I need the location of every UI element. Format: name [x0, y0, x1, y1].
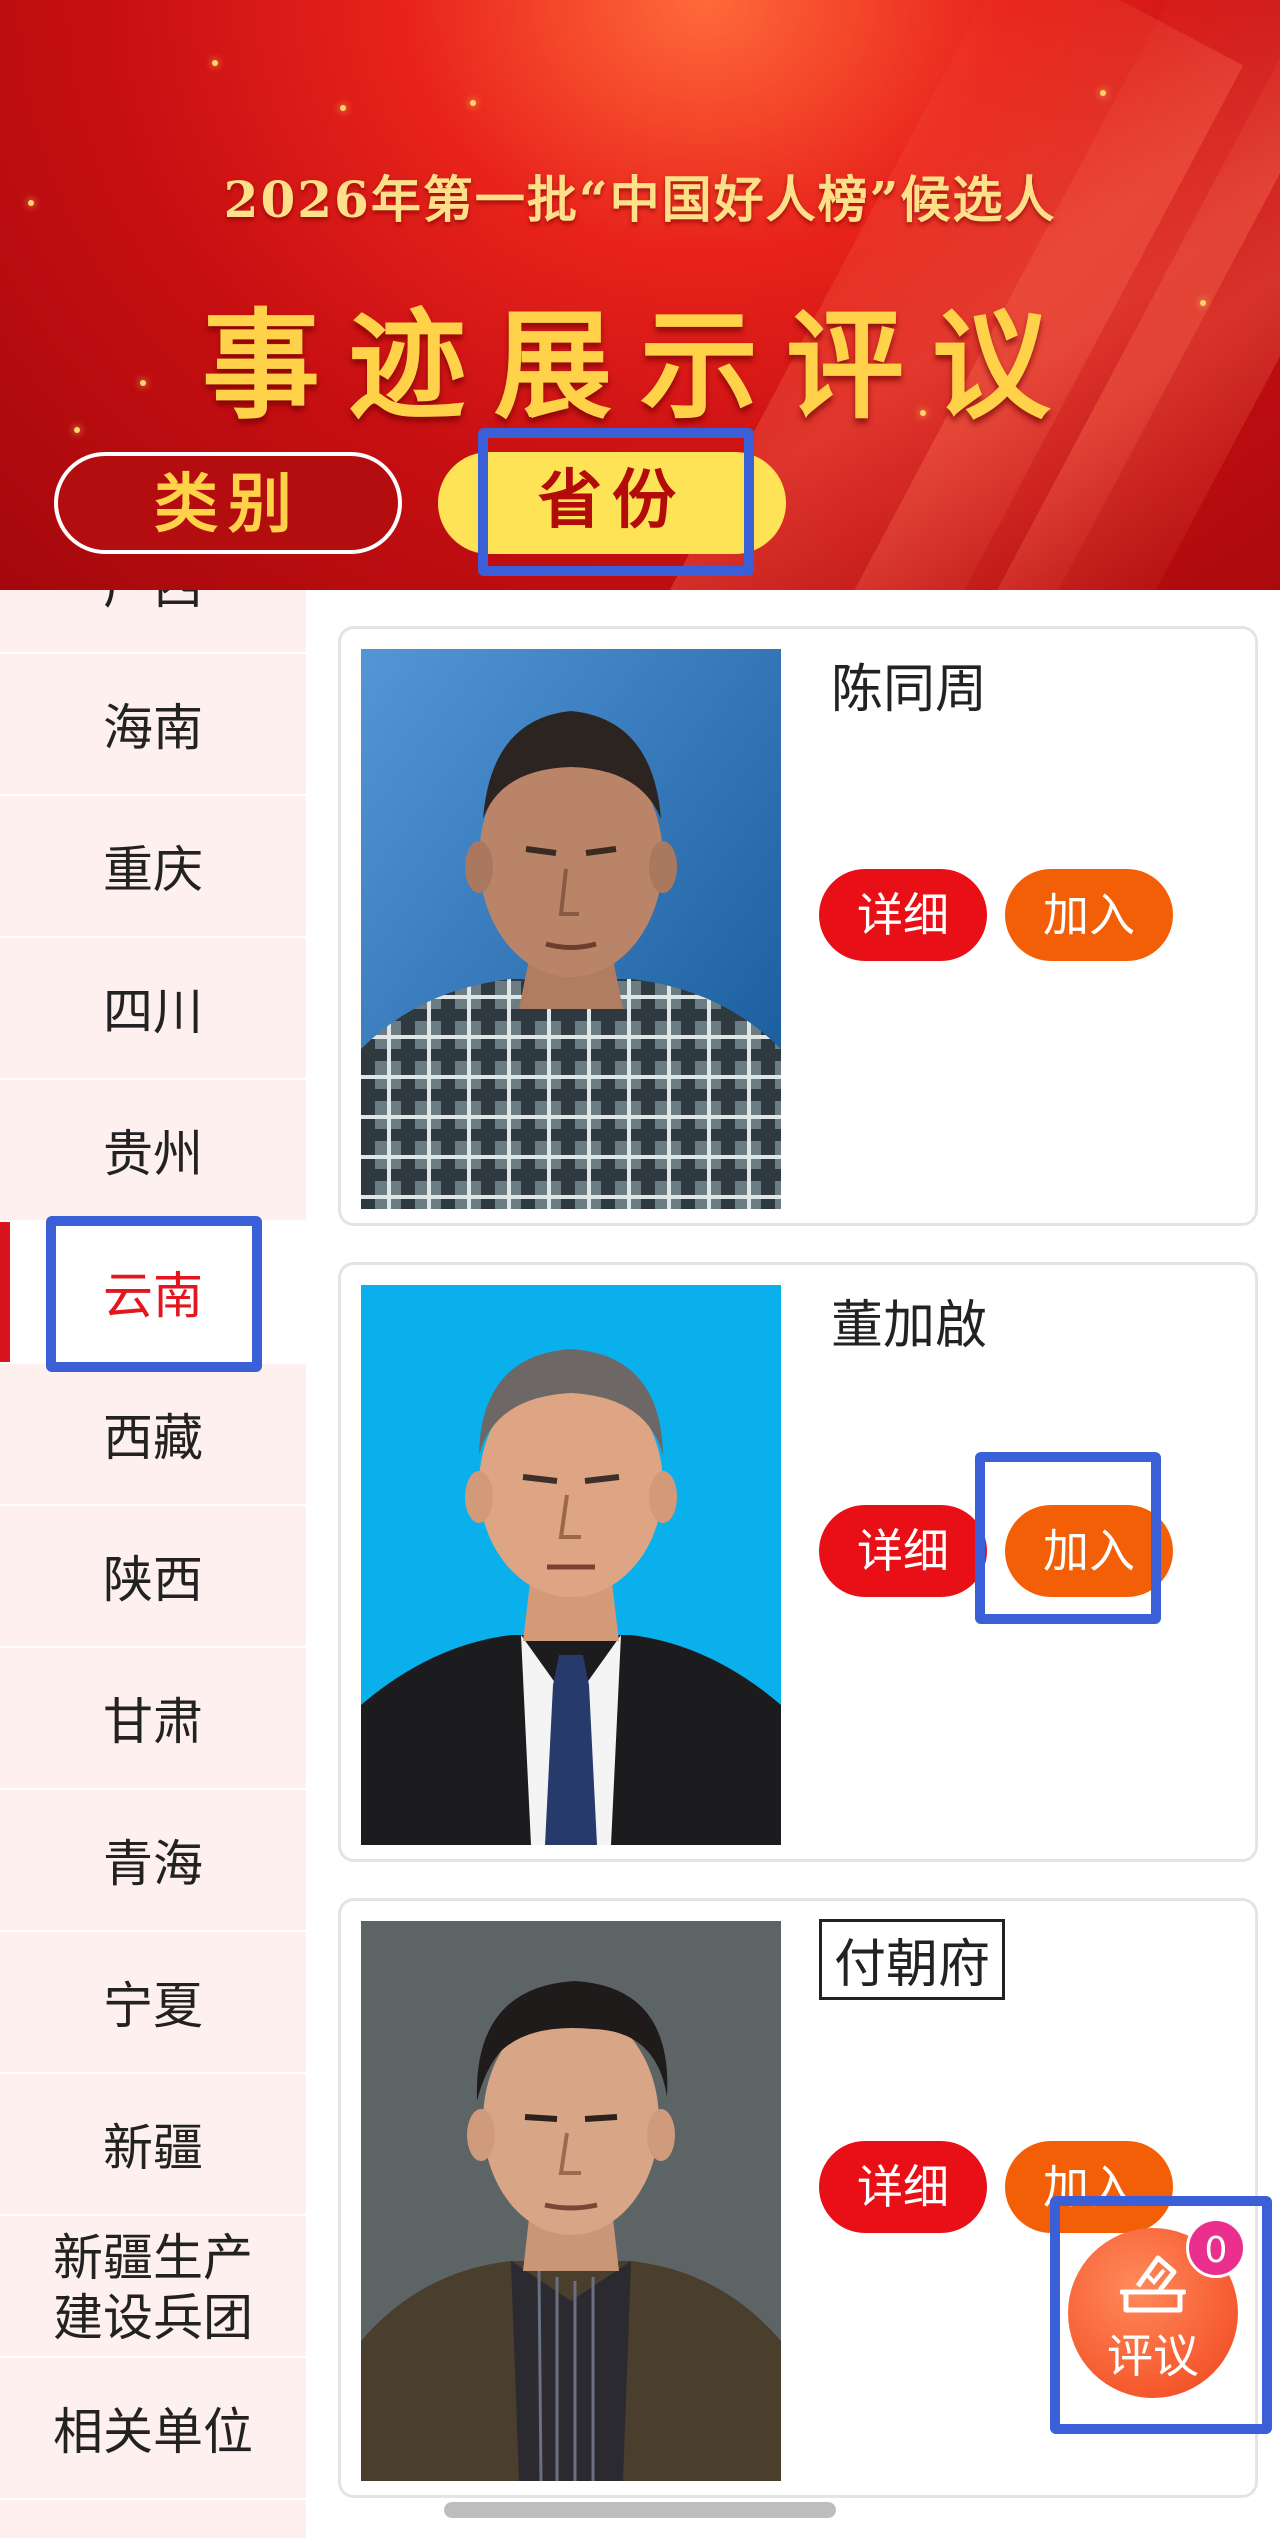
candidate-name: 付朝府: [819, 1919, 1006, 2000]
detail-button[interactable]: 详细: [819, 869, 987, 961]
banner-subtitle: 2026年第一批“中国好人榜”候选人: [223, 170, 1057, 229]
sidebar-item-hainan[interactable]: 海南: [0, 654, 306, 796]
candidate-card: 陈同周 详细 加入: [338, 626, 1258, 1226]
candidate-card: 董加啟 详细 加入: [338, 1262, 1258, 1862]
sidebar-item-qinghai[interactable]: 青海: [0, 1790, 306, 1932]
province-sidebar: 广西 海南 重庆 四川 贵州 云南 西藏 陕西 甘肃 青海 宁夏 新疆 新疆生产…: [0, 590, 306, 2538]
horizontal-scrollbar[interactable]: [444, 2502, 836, 2518]
sidebar-item-xizang[interactable]: 西藏: [0, 1364, 306, 1506]
detail-button[interactable]: 详细: [819, 2141, 987, 2233]
sidebar-item-gansu[interactable]: 甘肃: [0, 1648, 306, 1790]
tab-province[interactable]: 省份: [438, 452, 786, 554]
candidate-name: 董加啟: [831, 1296, 988, 1356]
candidate-photo: [361, 1285, 781, 1845]
candidate-card: 付朝府 详细 加入: [338, 1898, 1258, 2498]
detail-button[interactable]: 详细: [819, 1505, 987, 1597]
sidebar-item-chongqing[interactable]: 重庆: [0, 796, 306, 938]
review-fab-label: 评议: [1107, 2329, 1199, 2383]
banner-title: 事迹展示评议: [201, 296, 1078, 435]
sidebar-item-related-units[interactable]: 相关单位: [0, 2358, 306, 2500]
candidate-photo: [361, 649, 781, 1209]
sidebar-item-ningxia[interactable]: 宁夏: [0, 1932, 306, 2074]
sidebar-item-xpcc[interactable]: 新疆生产 建设兵团: [0, 2216, 306, 2358]
sidebar-item-shaanxi[interactable]: 陕西: [0, 1506, 306, 1648]
tab-category[interactable]: 类别: [54, 452, 402, 554]
sidebar-item-guangxi[interactable]: 广西: [0, 590, 306, 654]
join-button[interactable]: 加入: [1005, 2141, 1173, 2233]
sidebar-item-guizhou[interactable]: 贵州: [0, 1080, 306, 1222]
sidebar-item-yunnan[interactable]: 云南: [0, 1222, 306, 1364]
vote-box-icon: [1120, 2255, 1186, 2313]
sidebar-item-xinjiang[interactable]: 新疆: [0, 2074, 306, 2216]
join-button[interactable]: 加入: [1005, 869, 1173, 961]
candidate-photo: [361, 1921, 781, 2481]
sidebar-item-sichuan[interactable]: 四川: [0, 938, 306, 1080]
review-count-badge: 0: [1186, 2218, 1246, 2278]
candidate-name: 陈同周: [831, 660, 988, 720]
join-button[interactable]: 加入: [1005, 1505, 1173, 1597]
